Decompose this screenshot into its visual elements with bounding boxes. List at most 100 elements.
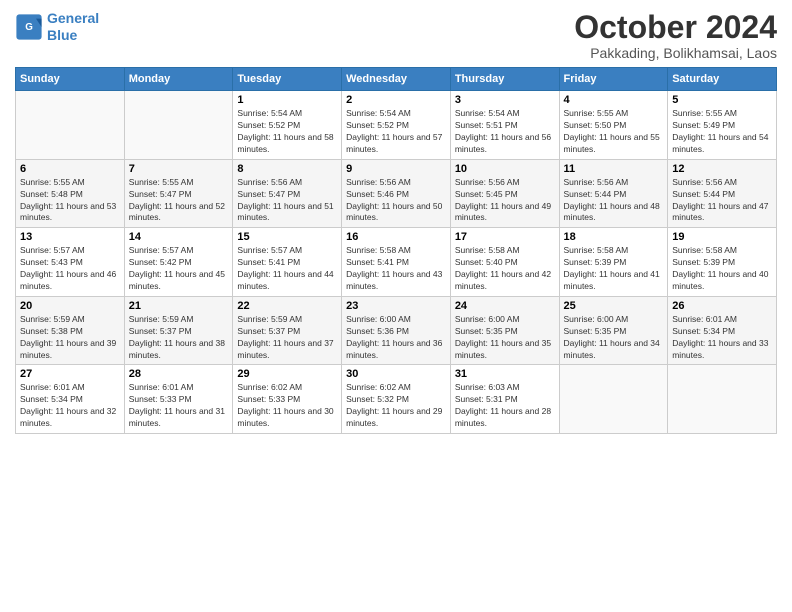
day-info: Sunrise: 6:02 AMSunset: 5:32 PMDaylight:…	[346, 382, 446, 430]
day-number: 1	[237, 94, 337, 106]
day-number: 6	[20, 163, 120, 175]
day-info: Sunrise: 6:01 AMSunset: 5:34 PMDaylight:…	[20, 382, 120, 430]
header-sunday: Sunday	[16, 68, 125, 91]
day-number: 24	[455, 300, 555, 312]
header-friday: Friday	[559, 68, 668, 91]
day-info: Sunrise: 5:55 AMSunset: 5:50 PMDaylight:…	[564, 108, 664, 156]
day-cell: 6Sunrise: 5:55 AMSunset: 5:48 PMDaylight…	[16, 159, 125, 228]
day-info: Sunrise: 6:00 AMSunset: 5:36 PMDaylight:…	[346, 314, 446, 362]
day-cell: 30 Sunrise: 6:02 AMSunset: 5:32 PMDayligh…	[342, 365, 451, 434]
header-wednesday: Wednesday	[342, 68, 451, 91]
calendar-thead: SundayMondayTuesdayWednesdayThursdayFrid…	[16, 68, 777, 91]
day-cell	[668, 365, 777, 434]
logo-line2: Blue	[47, 27, 77, 43]
day-number: 11	[564, 163, 664, 175]
day-cell: 9Sunrise: 5:56 AMSunset: 5:46 PMDaylight…	[342, 159, 451, 228]
day-cell: 4 Sunrise: 5:55 AMSunset: 5:50 PMDaylight…	[559, 91, 668, 160]
day-info: Sunrise: 6:01 AMSunset: 5:33 PMDaylight:…	[129, 382, 229, 430]
day-number: 17	[455, 231, 555, 243]
day-cell	[559, 365, 668, 434]
header-monday: Monday	[124, 68, 233, 91]
header-row: G General Blue October 2024 Pakkading, B…	[15, 10, 777, 61]
day-info: Sunrise: 5:55 AMSunset: 5:49 PMDaylight:…	[672, 108, 772, 156]
day-number: 28	[129, 368, 229, 380]
day-number: 22	[237, 300, 337, 312]
day-cell: 25Sunrise: 6:00 AMSunset: 5:35 PMDayligh…	[559, 296, 668, 365]
header-row-days: SundayMondayTuesdayWednesdayThursdayFrid…	[16, 68, 777, 91]
day-number: 4	[564, 94, 664, 106]
day-cell: 2 Sunrise: 5:54 AMSunset: 5:52 PMDaylight…	[342, 91, 451, 160]
day-number: 15	[237, 231, 337, 243]
logo-line1: General	[47, 10, 99, 26]
day-number: 2	[346, 94, 446, 106]
day-number: 8	[237, 163, 337, 175]
day-info: Sunrise: 5:58 AMSunset: 5:40 PMDaylight:…	[455, 245, 555, 293]
day-number: 3	[455, 94, 555, 106]
day-cell: 15 Sunrise: 5:57 AMSunset: 5:41 PMDayligh…	[233, 228, 342, 297]
day-number: 23	[346, 300, 446, 312]
day-number: 7	[129, 163, 229, 175]
day-cell: 29Sunrise: 6:02 AMSunset: 5:33 PMDayligh…	[233, 365, 342, 434]
week-row-5: 27Sunrise: 6:01 AMSunset: 5:34 PMDayligh…	[16, 365, 777, 434]
day-info: Sunrise: 5:56 AMSunset: 5:45 PMDaylight:…	[455, 177, 555, 225]
week-row-1: 1 Sunrise: 5:54 AMSunset: 5:52 PMDaylight…	[16, 91, 777, 160]
day-info: Sunrise: 5:55 AMSunset: 5:47 PMDaylight:…	[129, 177, 229, 225]
day-info: Sunrise: 5:54 AMSunset: 5:51 PMDaylight:…	[455, 108, 555, 156]
day-cell: 12Sunrise: 5:56 AMSunset: 5:44 PMDayligh…	[668, 159, 777, 228]
location-subtitle: Pakkading, Bolikhamsai, Laos	[574, 45, 777, 61]
day-cell	[16, 91, 125, 160]
day-info: Sunrise: 5:54 AMSunset: 5:52 PMDaylight:…	[346, 108, 446, 156]
day-info: Sunrise: 6:00 AMSunset: 5:35 PMDaylight:…	[564, 314, 664, 362]
day-info: Sunrise: 5:58 AMSunset: 5:39 PMDaylight:…	[672, 245, 772, 293]
day-info: Sunrise: 6:03 AMSunset: 5:31 PMDaylight:…	[455, 382, 555, 430]
day-number: 13	[20, 231, 120, 243]
day-number: 19	[672, 231, 772, 243]
logo-text: General Blue	[47, 10, 99, 44]
day-info: Sunrise: 5:57 AMSunset: 5:43 PMDaylight:…	[20, 245, 120, 293]
day-cell: 5 Sunrise: 5:55 AMSunset: 5:49 PMDaylight…	[668, 91, 777, 160]
day-cell: 26Sunrise: 6:01 AMSunset: 5:34 PMDayligh…	[668, 296, 777, 365]
day-info: Sunrise: 5:56 AMSunset: 5:47 PMDaylight:…	[237, 177, 337, 225]
day-number: 10	[455, 163, 555, 175]
header-saturday: Saturday	[668, 68, 777, 91]
week-row-3: 13 Sunrise: 5:57 AMSunset: 5:43 PMDayligh…	[16, 228, 777, 297]
day-cell: 7 Sunrise: 5:55 AMSunset: 5:47 PMDaylight…	[124, 159, 233, 228]
calendar-body: 1 Sunrise: 5:54 AMSunset: 5:52 PMDaylight…	[16, 91, 777, 434]
day-info: Sunrise: 6:00 AMSunset: 5:35 PMDaylight:…	[455, 314, 555, 362]
day-info: Sunrise: 5:59 AMSunset: 5:38 PMDaylight:…	[20, 314, 120, 362]
day-number: 14	[129, 231, 229, 243]
logo-icon: G	[15, 13, 43, 41]
day-cell	[124, 91, 233, 160]
day-cell: 11 Sunrise: 5:56 AMSunset: 5:44 PMDayligh…	[559, 159, 668, 228]
svg-text:G: G	[25, 22, 33, 33]
day-number: 21	[129, 300, 229, 312]
day-cell: 27Sunrise: 6:01 AMSunset: 5:34 PMDayligh…	[16, 365, 125, 434]
day-cell: 22 Sunrise: 5:59 AMSunset: 5:37 PMDayligh…	[233, 296, 342, 365]
day-info: Sunrise: 5:59 AMSunset: 5:37 PMDaylight:…	[129, 314, 229, 362]
day-cell: 23 Sunrise: 6:00 AMSunset: 5:36 PMDayligh…	[342, 296, 451, 365]
week-row-2: 6Sunrise: 5:55 AMSunset: 5:48 PMDaylight…	[16, 159, 777, 228]
day-info: Sunrise: 5:57 AMSunset: 5:41 PMDaylight:…	[237, 245, 337, 293]
day-cell: 1Sunrise: 5:54 AMSunset: 5:52 PMDaylight…	[233, 91, 342, 160]
day-cell: 10 Sunrise: 5:56 AMSunset: 5:45 PMDayligh…	[450, 159, 559, 228]
title-block: October 2024 Pakkading, Bolikhamsai, Lao…	[574, 10, 777, 61]
day-info: Sunrise: 5:56 AMSunset: 5:44 PMDaylight:…	[564, 177, 664, 225]
day-info: Sunrise: 5:58 AMSunset: 5:39 PMDaylight:…	[564, 245, 664, 293]
week-row-4: 20Sunrise: 5:59 AMSunset: 5:38 PMDayligh…	[16, 296, 777, 365]
day-info: Sunrise: 6:02 AMSunset: 5:33 PMDaylight:…	[237, 382, 337, 430]
day-cell: 21 Sunrise: 5:59 AMSunset: 5:37 PMDayligh…	[124, 296, 233, 365]
day-cell: 14Sunrise: 5:57 AMSunset: 5:42 PMDayligh…	[124, 228, 233, 297]
day-cell: 18Sunrise: 5:58 AMSunset: 5:39 PMDayligh…	[559, 228, 668, 297]
day-info: Sunrise: 5:59 AMSunset: 5:37 PMDaylight:…	[237, 314, 337, 362]
day-cell: 31Sunrise: 6:03 AMSunset: 5:31 PMDayligh…	[450, 365, 559, 434]
day-cell: 24 Sunrise: 6:00 AMSunset: 5:35 PMDayligh…	[450, 296, 559, 365]
calendar-container: G General Blue October 2024 Pakkading, B…	[0, 0, 792, 612]
month-title: October 2024	[574, 10, 777, 45]
day-number: 5	[672, 94, 772, 106]
day-number: 30	[346, 368, 446, 380]
header-thursday: Thursday	[450, 68, 559, 91]
day-info: Sunrise: 5:56 AMSunset: 5:44 PMDaylight:…	[672, 177, 772, 225]
day-number: 26	[672, 300, 772, 312]
day-cell: 17 Sunrise: 5:58 AMSunset: 5:40 PMDayligh…	[450, 228, 559, 297]
day-cell: 13 Sunrise: 5:57 AMSunset: 5:43 PMDayligh…	[16, 228, 125, 297]
